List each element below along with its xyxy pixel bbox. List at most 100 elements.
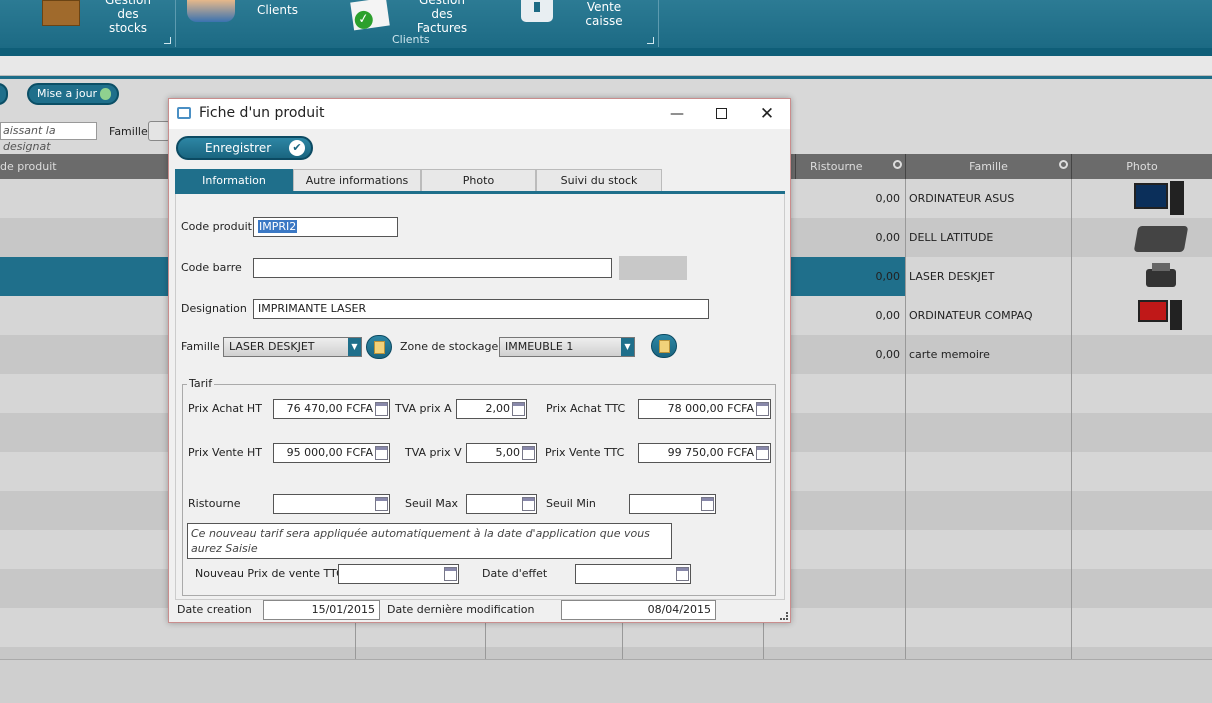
ristourne-label: Ristourne bbox=[188, 497, 241, 510]
factures-button[interactable]: Gestion des Factures bbox=[413, 0, 471, 35]
calendar-icon[interactable] bbox=[676, 567, 689, 581]
vente-caisse-button[interactable]: Vente caisse bbox=[567, 0, 641, 28]
tva-prix-v-value: 5,00 bbox=[495, 446, 521, 459]
tva-prix-a-label: TVA prix A bbox=[395, 402, 452, 415]
code-produit-label: Code produit bbox=[181, 220, 252, 233]
group-launcher-icon[interactable] bbox=[647, 37, 654, 44]
ristourne-input[interactable] bbox=[273, 494, 390, 514]
search-input[interactable]: aissant la designat bbox=[0, 122, 97, 153]
prix-vente-ht-label: Prix Vente HT bbox=[188, 446, 263, 459]
printer-icon bbox=[1142, 259, 1182, 295]
chevron-down-icon: ▼ bbox=[348, 338, 361, 356]
save-button[interactable]: Enregistrer ✔ bbox=[176, 136, 313, 160]
zone-stockage-label: Zone de stockage bbox=[400, 340, 499, 353]
dialog-titlebar[interactable]: Fiche d'un produit — ✕ bbox=[169, 99, 790, 129]
save-label: Enregistrer bbox=[205, 141, 272, 155]
nouveau-prix-input[interactable] bbox=[338, 564, 459, 584]
seuil-max-input[interactable] bbox=[466, 494, 537, 514]
famille-cell: DELL LATITUDE bbox=[909, 231, 994, 244]
calculator-icon[interactable] bbox=[375, 446, 388, 460]
chevron-down-icon: ▼ bbox=[621, 338, 634, 356]
date-effet-input[interactable] bbox=[575, 564, 691, 584]
prix-vente-ht-input[interactable]: 95 000,00 FCFA bbox=[273, 443, 390, 463]
tarif-note: Ce nouveau tarif sera appliquée automati… bbox=[187, 523, 672, 559]
ristourne-cell: 0,00 bbox=[875, 192, 901, 205]
status-bar bbox=[0, 659, 1212, 703]
famille-cell: LASER DESKJET bbox=[906, 257, 1072, 296]
calculator-icon[interactable] bbox=[512, 402, 525, 416]
nouveau-prix-label: Nouveau Prix de vente TTC bbox=[195, 567, 344, 580]
prix-achat-ttc-input[interactable]: 78 000,00 FCFA bbox=[638, 399, 771, 419]
date-modification-field: 08/04/2015 bbox=[561, 600, 716, 620]
accent-strip bbox=[0, 76, 1212, 79]
ristourne-cell: 0,00 bbox=[875, 270, 901, 283]
tab-information-principale[interactable]: Information principale bbox=[175, 169, 293, 209]
famille-filter-select[interactable] bbox=[148, 121, 170, 141]
tab-autre-informations[interactable]: Autre informations bbox=[293, 169, 421, 191]
prix-achat-ht-label: Prix Achat HT bbox=[188, 402, 262, 415]
code-produit-input[interactable]: IMPRI2 bbox=[253, 217, 398, 237]
seuil-min-input[interactable] bbox=[629, 494, 716, 514]
calculator-icon[interactable] bbox=[444, 567, 457, 581]
designation-label: Designation bbox=[181, 302, 247, 315]
prix-vente-ht-value: 95 000,00 FCFA bbox=[286, 446, 373, 459]
date-effet-label: Date d'effet bbox=[482, 567, 548, 580]
folder-icon bbox=[659, 340, 670, 353]
mise-a-jour-label: Mise a jour bbox=[37, 87, 98, 100]
ribbon-group-clients: Clients ✓ Gestion des Factures Vente cai… bbox=[177, 0, 659, 47]
resize-grip-icon[interactable] bbox=[780, 612, 788, 620]
famille-select-value: LASER DESKJET bbox=[229, 340, 315, 353]
tab-photo[interactable]: Photo bbox=[421, 169, 536, 191]
prix-achat-ht-input[interactable]: 76 470,00 FCFA bbox=[273, 399, 390, 419]
maximize-button[interactable] bbox=[706, 103, 736, 125]
code-produit-value: IMPRI2 bbox=[258, 220, 298, 233]
tva-prix-v-input[interactable]: 5,00 bbox=[466, 443, 537, 463]
code-barre-label: Code barre bbox=[181, 261, 242, 274]
column-header-label: de produit bbox=[0, 160, 57, 173]
calculator-icon[interactable] bbox=[756, 402, 769, 416]
famille-browse-button[interactable] bbox=[366, 335, 392, 359]
minimize-button[interactable]: — bbox=[662, 103, 692, 125]
prix-vente-ttc-input[interactable]: 99 750,00 FCFA bbox=[638, 443, 771, 463]
calculator-icon[interactable] bbox=[375, 497, 388, 511]
date-creation-label: Date creation bbox=[177, 603, 252, 616]
column-header-label: Ristourne bbox=[810, 160, 863, 173]
column-header-label: Famille bbox=[969, 160, 1008, 173]
boxes-icon bbox=[42, 0, 80, 26]
code-barre-input[interactable] bbox=[253, 258, 612, 278]
close-button[interactable]: ✕ bbox=[752, 103, 782, 125]
column-header-photo[interactable]: Photo bbox=[1072, 154, 1212, 179]
zone-browse-button[interactable] bbox=[651, 334, 677, 358]
calculator-icon[interactable] bbox=[375, 402, 388, 416]
tab-suivi-du-stock[interactable]: Suivi du stock bbox=[536, 169, 662, 191]
ristourne-cell: 0,00 bbox=[875, 348, 901, 361]
search-icon[interactable] bbox=[893, 160, 902, 169]
ribbon-group-stocks: Gestion des stocks bbox=[0, 0, 176, 47]
famille-select[interactable]: LASER DESKJET ▼ bbox=[223, 337, 362, 357]
calculator-icon[interactable] bbox=[701, 497, 714, 511]
group-launcher-icon[interactable] bbox=[164, 37, 171, 44]
calculator-icon[interactable] bbox=[756, 446, 769, 460]
designation-input[interactable]: IMPRIMANTE LASER bbox=[253, 299, 709, 319]
calculator-icon[interactable] bbox=[522, 497, 535, 511]
zone-stockage-select[interactable]: IMMEUBLE 1 ▼ bbox=[499, 337, 635, 357]
cash-register-icon bbox=[521, 0, 553, 22]
clients-button[interactable]: Clients bbox=[257, 3, 298, 17]
refresh-partial-button[interactable] bbox=[0, 83, 8, 105]
date-modification-label: Date dernière modification bbox=[387, 603, 535, 616]
calculator-icon[interactable] bbox=[522, 446, 535, 460]
user-icon bbox=[100, 88, 111, 100]
table-row-empty[interactable] bbox=[0, 647, 1212, 659]
mise-a-jour-button[interactable]: Mise a jour bbox=[27, 83, 119, 105]
seuil-min-label: Seuil Min bbox=[546, 497, 596, 510]
app-icon bbox=[177, 107, 191, 119]
column-header-famille[interactable]: Famille bbox=[906, 154, 1072, 179]
column-header-ristourne[interactable]: Ristourne bbox=[796, 154, 906, 179]
famille-label: Famille bbox=[181, 340, 220, 353]
tva-prix-a-input[interactable]: 2,00 bbox=[456, 399, 527, 419]
ristourne-cell: 0,00 bbox=[875, 309, 901, 322]
desktop-computer-icon bbox=[1134, 298, 1186, 334]
famille-cell: ORDINATEUR COMPAQ bbox=[909, 309, 1033, 322]
stocks-button[interactable]: Gestion des stocks bbox=[95, 0, 161, 35]
search-icon[interactable] bbox=[1059, 160, 1068, 169]
